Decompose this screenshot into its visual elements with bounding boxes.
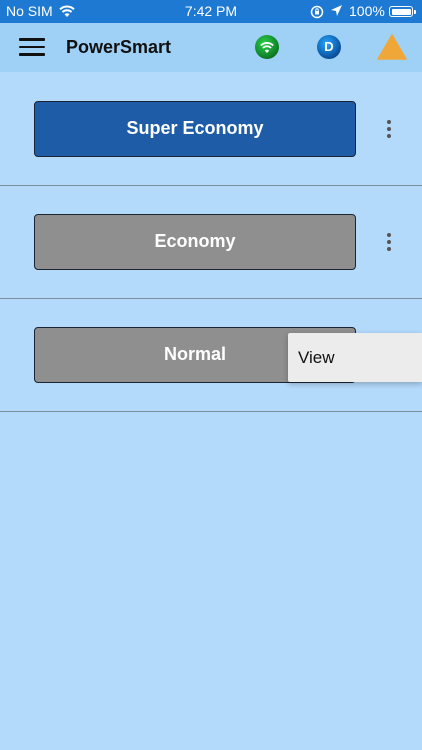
more-options-icon[interactable]	[380, 117, 398, 141]
super-economy-button[interactable]: Super Economy	[34, 101, 356, 157]
more-options-icon[interactable]	[380, 230, 398, 254]
menu-button[interactable]	[19, 38, 45, 56]
d-badge-icon[interactable]: D	[317, 35, 341, 59]
options-popup-menu: View	[288, 333, 422, 382]
battery-icon	[389, 6, 416, 17]
battery-percent: 100%	[349, 3, 385, 19]
app-title: PowerSmart	[66, 37, 172, 57]
app-bar: PowerSmart D	[0, 23, 422, 72]
mode-row-economy: Economy	[0, 186, 422, 299]
warning-icon[interactable]	[377, 34, 407, 60]
view-menu-item[interactable]: View	[298, 348, 335, 368]
wifi-status-icon[interactable]	[255, 35, 279, 59]
status-bar: No SIM 7:42 PM 100%	[0, 0, 422, 23]
mode-row-super-economy: Super Economy	[0, 73, 422, 186]
location-icon	[331, 5, 342, 16]
economy-button[interactable]: Economy	[34, 214, 356, 270]
orientation-lock-icon	[310, 5, 324, 19]
